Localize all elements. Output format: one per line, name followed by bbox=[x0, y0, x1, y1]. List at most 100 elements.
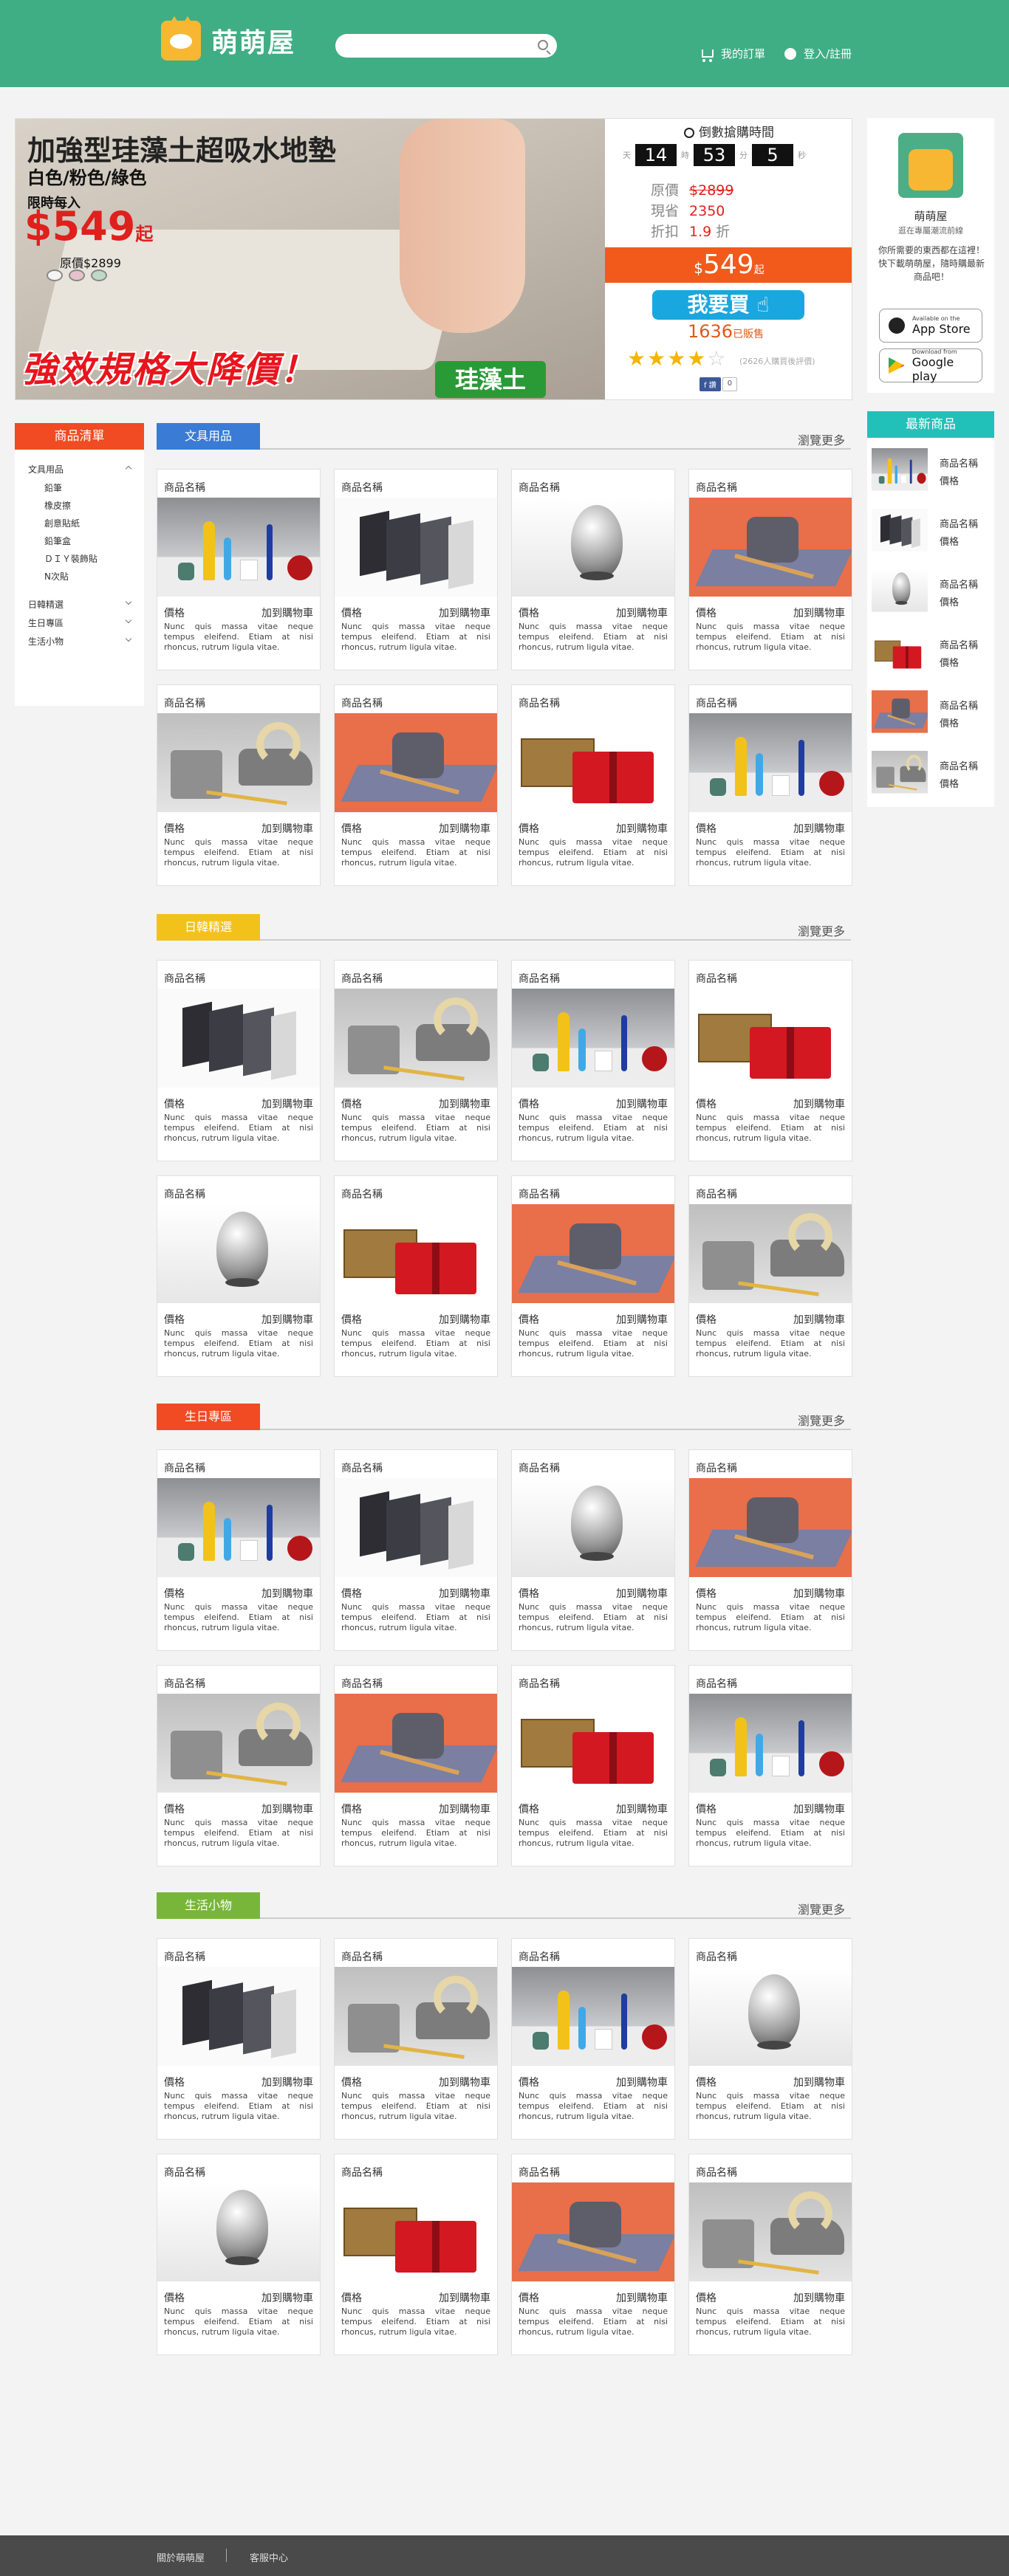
product-image[interactable] bbox=[689, 1967, 852, 2066]
product-card[interactable]: 商品名稱 價格 加到購物車 Nunc quis massa vitae neque t… bbox=[511, 1665, 675, 1866]
product-name[interactable]: 商品名稱 bbox=[519, 1676, 560, 1691]
new-product-item[interactable]: 商品名稱 價格 bbox=[872, 627, 990, 679]
chevron-up-icon[interactable] bbox=[125, 465, 132, 473]
product-card[interactable]: 商品名稱 價格 加到購物車 Nunc quis massa vitae neque t… bbox=[157, 1175, 321, 1377]
search-icon[interactable] bbox=[538, 40, 548, 50]
product-name[interactable]: 商品名稱 bbox=[519, 1949, 560, 1964]
product-card[interactable]: 商品名稱 價格 加到購物車 Nunc quis massa vitae neque t… bbox=[688, 960, 852, 1161]
new-product-item[interactable]: 商品名稱 價格 bbox=[872, 566, 990, 618]
product-card[interactable]: 商品名稱 價格 加到購物車 Nunc quis massa vitae neque t… bbox=[334, 1665, 498, 1866]
add-to-cart-button[interactable]: 加到購物車 bbox=[793, 1802, 845, 1816]
product-name[interactable]: 商品名稱 bbox=[341, 1949, 383, 1964]
product-name[interactable]: 商品名稱 bbox=[341, 480, 383, 495]
product-name[interactable]: 商品名稱 bbox=[519, 971, 560, 986]
customer-service-link[interactable]: 客服中心 bbox=[250, 2550, 288, 2564]
product-image[interactable] bbox=[335, 498, 497, 597]
product-image[interactable] bbox=[157, 1967, 320, 2066]
new-product-item[interactable]: 商品名稱 價格 bbox=[872, 506, 990, 557]
add-to-cart-button[interactable]: 加到購物車 bbox=[616, 2075, 668, 2089]
google-play-button[interactable]: Download from Google play bbox=[879, 348, 982, 383]
chevron-down-icon[interactable] bbox=[125, 635, 132, 642]
add-to-cart-button[interactable]: 加到購物車 bbox=[793, 605, 845, 620]
add-to-cart-button[interactable]: 加到購物車 bbox=[261, 1096, 313, 1111]
product-card[interactable]: 商品名稱 價格 加到購物車 Nunc quis massa vitae neque t… bbox=[157, 1665, 321, 1866]
product-card[interactable]: 商品名稱 價格 加到購物車 Nunc quis massa vitae neque t… bbox=[334, 1175, 498, 1377]
product-name[interactable]: 商品名稱 bbox=[519, 2165, 560, 2180]
product-name[interactable]: 商品名稱 bbox=[164, 971, 205, 986]
product-image[interactable] bbox=[157, 2182, 320, 2281]
product-card[interactable]: 商品名稱 價格 加到購物車 Nunc quis massa vitae neque t… bbox=[511, 960, 675, 1161]
add-to-cart-button[interactable]: 加到購物車 bbox=[261, 1802, 313, 1816]
add-to-cart-button[interactable]: 加到購物車 bbox=[616, 1312, 668, 1327]
subcategory-item[interactable]: 鉛筆盒 bbox=[28, 535, 131, 547]
product-image[interactable] bbox=[512, 2182, 674, 2281]
product-name[interactable]: 商品名稱 bbox=[519, 695, 560, 710]
product-card[interactable]: 商品名稱 價格 加到購物車 Nunc quis massa vitae neque t… bbox=[511, 1449, 675, 1651]
product-image[interactable] bbox=[512, 1694, 674, 1793]
subcategory-item[interactable]: ＤＩＹ裝飾貼 bbox=[28, 552, 131, 565]
add-to-cart-button[interactable]: 加到購物車 bbox=[616, 1802, 668, 1816]
product-image[interactable] bbox=[512, 1478, 674, 1577]
product-name[interactable]: 商品名稱 bbox=[519, 1460, 560, 1475]
add-to-cart-button[interactable]: 加到購物車 bbox=[261, 821, 313, 836]
product-image[interactable] bbox=[157, 498, 320, 597]
add-to-cart-button[interactable]: 加到購物車 bbox=[616, 1096, 668, 1111]
product-card[interactable]: 商品名稱 價格 加到購物車 Nunc quis massa vitae neque t… bbox=[157, 1938, 321, 2140]
add-to-cart-button[interactable]: 加到購物車 bbox=[616, 821, 668, 836]
view-more-link[interactable]: 瀏覽更多 bbox=[798, 1411, 845, 1429]
add-to-cart-button[interactable]: 加到購物車 bbox=[793, 1312, 845, 1327]
about-link[interactable]: 關於萌萌屋 bbox=[157, 2550, 205, 2564]
product-image[interactable] bbox=[335, 989, 497, 1088]
add-to-cart-button[interactable]: 加到購物車 bbox=[261, 1312, 313, 1327]
add-to-cart-button[interactable]: 加到購物車 bbox=[793, 2290, 845, 2305]
subcategory-item[interactable]: N次貼 bbox=[28, 570, 131, 583]
product-image[interactable] bbox=[157, 713, 320, 812]
product-card[interactable]: 商品名稱 價格 加到購物車 Nunc quis massa vitae neque t… bbox=[511, 1175, 675, 1377]
add-to-cart-button[interactable]: 加到購物車 bbox=[616, 605, 668, 620]
product-image[interactable] bbox=[335, 1694, 497, 1793]
product-card[interactable]: 商品名稱 價格 加到購物車 Nunc quis massa vitae neque t… bbox=[334, 684, 498, 886]
product-name[interactable]: 商品名稱 bbox=[341, 695, 383, 710]
product-name[interactable]: 商品名稱 bbox=[696, 971, 737, 986]
add-to-cart-button[interactable]: 加到購物車 bbox=[616, 1586, 668, 1601]
product-name[interactable]: 商品名稱 bbox=[341, 971, 383, 986]
subcategory-item[interactable]: 鉛筆 bbox=[28, 481, 131, 494]
view-more-link[interactable]: 瀏覽更多 bbox=[798, 921, 845, 939]
category-4[interactable]: 生活小物 bbox=[28, 635, 132, 648]
product-image[interactable] bbox=[512, 1967, 674, 2066]
add-to-cart-button[interactable]: 加到購物車 bbox=[439, 1586, 490, 1601]
product-name[interactable]: 商品名稱 bbox=[164, 1949, 205, 1964]
add-to-cart-button[interactable]: 加到購物車 bbox=[439, 1312, 490, 1327]
facebook-like-button[interactable]: f 讚 bbox=[700, 377, 721, 391]
buy-now-button[interactable]: 我要買 ☝ bbox=[652, 290, 804, 320]
chevron-down-icon[interactable] bbox=[125, 616, 132, 624]
product-card[interactable]: 商品名稱 價格 加到購物車 Nunc quis massa vitae neque t… bbox=[334, 960, 498, 1161]
product-name[interactable]: 商品名稱 bbox=[696, 1949, 737, 1964]
add-to-cart-button[interactable]: 加到購物車 bbox=[261, 605, 313, 620]
product-image[interactable] bbox=[157, 1478, 320, 1577]
product-card[interactable]: 商品名稱 價格 加到購物車 Nunc quis massa vitae neque t… bbox=[688, 1175, 852, 1377]
category-3[interactable]: 生日專區 bbox=[28, 616, 132, 629]
add-to-cart-button[interactable]: 加到購物車 bbox=[793, 2075, 845, 2089]
login-link[interactable]: 登入/註冊 bbox=[784, 46, 852, 61]
category-2[interactable]: 日韓精選 bbox=[28, 598, 132, 611]
add-to-cart-button[interactable]: 加到購物車 bbox=[261, 2290, 313, 2305]
product-card[interactable]: 商品名稱 價格 加到購物車 Nunc quis massa vitae neque t… bbox=[688, 1665, 852, 1866]
product-image[interactable] bbox=[689, 1478, 852, 1577]
add-to-cart-button[interactable]: 加到購物車 bbox=[261, 2075, 313, 2089]
product-card[interactable]: 商品名稱 價格 加到購物車 Nunc quis massa vitae neque t… bbox=[334, 1449, 498, 1651]
product-image[interactable] bbox=[689, 2182, 852, 2281]
search-input[interactable] bbox=[335, 34, 557, 58]
my-orders-link[interactable]: 我的訂單 bbox=[702, 46, 765, 62]
add-to-cart-button[interactable]: 加到購物車 bbox=[616, 2290, 668, 2305]
product-image[interactable] bbox=[335, 2182, 497, 2281]
category-1[interactable]: 文具用品 bbox=[28, 463, 132, 475]
new-product-item[interactable]: 商品名稱 價格 bbox=[872, 445, 990, 497]
product-image[interactable] bbox=[512, 989, 674, 1088]
product-image[interactable] bbox=[512, 1204, 674, 1303]
product-card[interactable]: 商品名稱 價格 加到購物車 Nunc quis massa vitae neque t… bbox=[157, 1449, 321, 1651]
promo-banner[interactable]: 加強型珪藻土超吸水地墊 白色/粉色/綠色 限時每入 $549起 原價$2899 … bbox=[15, 118, 852, 400]
product-card[interactable]: 商品名稱 價格 加到購物車 Nunc quis massa vitae neque t… bbox=[688, 684, 852, 886]
add-to-cart-button[interactable]: 加到購物車 bbox=[439, 1802, 490, 1816]
add-to-cart-button[interactable]: 加到購物車 bbox=[439, 2290, 490, 2305]
